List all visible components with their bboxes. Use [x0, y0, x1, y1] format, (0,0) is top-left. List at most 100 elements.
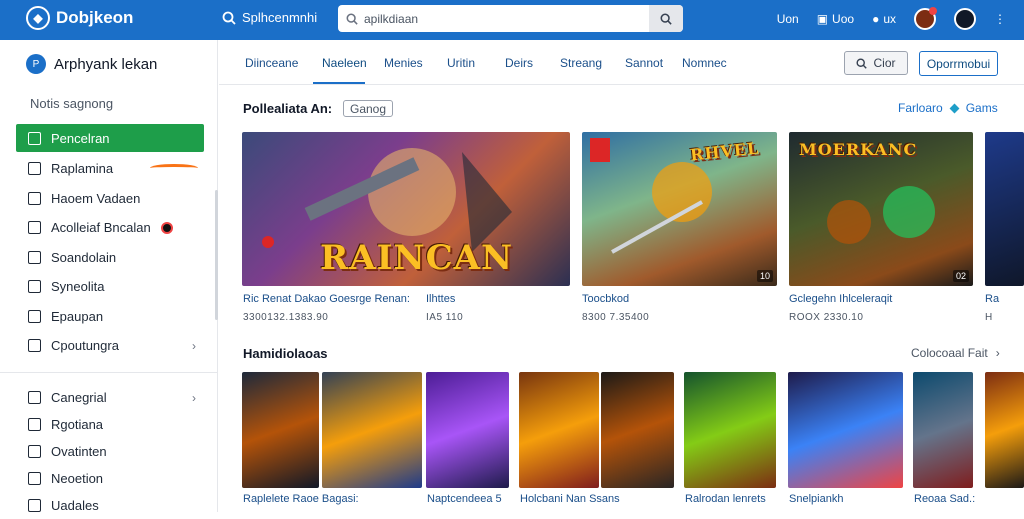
card-tag: 10 — [756, 270, 773, 282]
logo-icon: ◆ — [26, 6, 50, 30]
tab[interactable]: Diinceane — [245, 56, 298, 70]
tab[interactable]: Deirs — [505, 56, 533, 70]
card-title[interactable]: Ric Renat Dakao Goesrge Renan: — [243, 293, 410, 305]
game-tile[interactable] — [601, 372, 674, 488]
share-icon — [28, 250, 41, 264]
section-label: Notis sagnong — [30, 96, 114, 111]
game-card[interactable]: RHVEL 10 — [582, 132, 777, 286]
sidebar-item[interactable]: Rgotiana — [16, 411, 204, 438]
sidebar-item[interactable]: Syneolita — [16, 272, 204, 302]
list-icon — [28, 472, 41, 485]
game-tile[interactable] — [242, 372, 319, 488]
sidebar-item-label: Pencelran — [51, 130, 110, 146]
search-input[interactable] — [364, 11, 654, 26]
game-card[interactable] — [985, 132, 1024, 286]
sidebar-brand[interactable]: P Arphyank lekan — [26, 54, 157, 74]
square-icon — [28, 445, 41, 458]
card-title[interactable]: Toocbkod — [582, 293, 629, 305]
tag-icon — [28, 391, 41, 404]
sidebar-item-label: Syneolita — [51, 279, 105, 295]
see-all-label: Colocoaal Fait — [911, 346, 988, 360]
tile-title[interactable]: Snelpiankh — [789, 493, 843, 505]
sidebar: P Arphyank lekan Notis sagnong Pencelran… — [0, 40, 218, 513]
avatar[interactable] — [914, 7, 937, 30]
search-box[interactable] — [338, 5, 683, 32]
sidebar-item[interactable]: Soandolain — [16, 243, 204, 273]
game-tile[interactable] — [985, 372, 1024, 488]
tab[interactable]: Nomnec — [682, 56, 727, 70]
tab[interactable]: Menies — [384, 56, 423, 70]
tile-title[interactable]: Naptcendeea 5 — [427, 493, 502, 505]
tab[interactable]: Uritin — [447, 56, 475, 70]
section-link[interactable]: Farloaro — [898, 101, 943, 115]
sidebar-item[interactable]: Uadales — [16, 492, 204, 519]
tile-title[interactable]: Holcbani Nan Ssans — [520, 493, 620, 505]
brand-text: Arphyank lekan — [54, 55, 158, 73]
game-card[interactable]: RAINCAN — [242, 132, 570, 286]
card-meta: 3300132.1383.90 — [243, 312, 329, 323]
tab[interactable]: Streang — [560, 56, 602, 70]
sidebar-list: Pencelran Raplamina Haoem Vadaen Acollei… — [16, 124, 204, 361]
mail-icon — [28, 191, 41, 205]
card-title[interactable]: Ra — [985, 293, 999, 305]
game-art-title: RAINCAN — [320, 238, 514, 278]
app-logo[interactable]: ◆ Dobjkeon — [26, 6, 133, 30]
sidebar-item[interactable]: Epaupan — [16, 302, 204, 332]
doc-icon — [28, 418, 41, 431]
top-right-actions: Uon ▣ Uoo ● ux ⋮ — [777, 7, 1006, 30]
game-tile[interactable] — [684, 372, 776, 488]
sidebar-item-active[interactable]: Pencelran — [16, 124, 204, 152]
filter-button[interactable]: Cior — [844, 51, 908, 75]
see-all-link[interactable]: Colocoaal Fait › — [911, 346, 1000, 360]
sidebar-item[interactable]: Neoetion — [16, 465, 204, 492]
search-label-text: Splhcenmnhi — [242, 10, 318, 25]
avatar-secondary[interactable] — [954, 8, 976, 30]
sidebar-divider — [0, 372, 218, 373]
filter-chip[interactable]: Ganog — [343, 100, 394, 117]
game-art-title: MOERKANC — [799, 140, 918, 159]
game-tile[interactable] — [913, 372, 973, 488]
sidebar-list-secondary: Canegrial › Rgotiana Ovatinten Neoetion U… — [16, 384, 204, 519]
card-meta: IA5 110 — [426, 312, 464, 323]
tab[interactable]: Sannot — [625, 56, 663, 70]
game-tile[interactable] — [788, 372, 903, 488]
card-meta: ROOX 2330.10 — [789, 312, 864, 323]
top-item-2[interactable]: ▣ Uoo — [817, 12, 854, 26]
tile-title[interactable]: Ralrodan lenrets — [685, 493, 766, 505]
sidebar-item[interactable]: Cpoutungra › — [16, 331, 204, 361]
game-tile[interactable] — [519, 372, 599, 488]
top-item-3[interactable]: ● ux — [872, 12, 896, 26]
top-link[interactable]: Uon — [777, 12, 799, 26]
accent-decoration — [150, 164, 198, 172]
sidebar-item[interactable]: Haoem Vadaen — [16, 184, 204, 214]
tile-title[interactable]: Reoaa Sad.: — [914, 493, 975, 505]
search-icon — [856, 57, 868, 69]
tile-title[interactable]: Raplelete Raoe Bagasi: — [243, 493, 359, 505]
sidebar-item-label: Rgotiana — [51, 417, 104, 432]
section-title: Pollealiata An: — [243, 101, 333, 116]
sidebar-item-label: Soandolain — [51, 249, 117, 265]
game-card[interactable]: MOERKANC 02 — [789, 132, 973, 286]
sidebar-scrollbar[interactable] — [215, 190, 218, 320]
search-button[interactable] — [649, 5, 683, 32]
sidebar-item-label: Cpoutungra — [51, 338, 119, 354]
sidebar-item-label: Neoetion — [51, 471, 104, 486]
primary-button[interactable]: Oporrmobui — [919, 51, 998, 76]
search-label[interactable]: Splhcenmnhi — [222, 10, 317, 25]
grid-icon — [28, 499, 41, 512]
pin-icon — [28, 309, 41, 323]
game-tile[interactable] — [426, 372, 509, 488]
game-tile[interactable] — [322, 372, 422, 488]
section-link[interactable]: Gams — [966, 101, 998, 115]
square-icon — [28, 162, 41, 176]
card-title[interactable]: Gclegehn Ihlceleraqit — [789, 293, 892, 305]
diamond-icon — [28, 280, 41, 294]
sidebar-item[interactable]: Ovatinten — [16, 438, 204, 465]
sidebar-item[interactable]: Canegrial › — [16, 384, 204, 411]
card-title[interactable]: Ilhttes — [426, 293, 455, 305]
user-icon: ● — [872, 12, 880, 26]
tab-active[interactable]: Naeleen — [322, 56, 367, 70]
sidebar-item[interactable]: Acolleiaf Bncalan — [16, 213, 204, 243]
sidebar-item-label: Haoem Vadaen — [51, 190, 141, 206]
more-icon[interactable]: ⋮ — [994, 12, 1006, 26]
